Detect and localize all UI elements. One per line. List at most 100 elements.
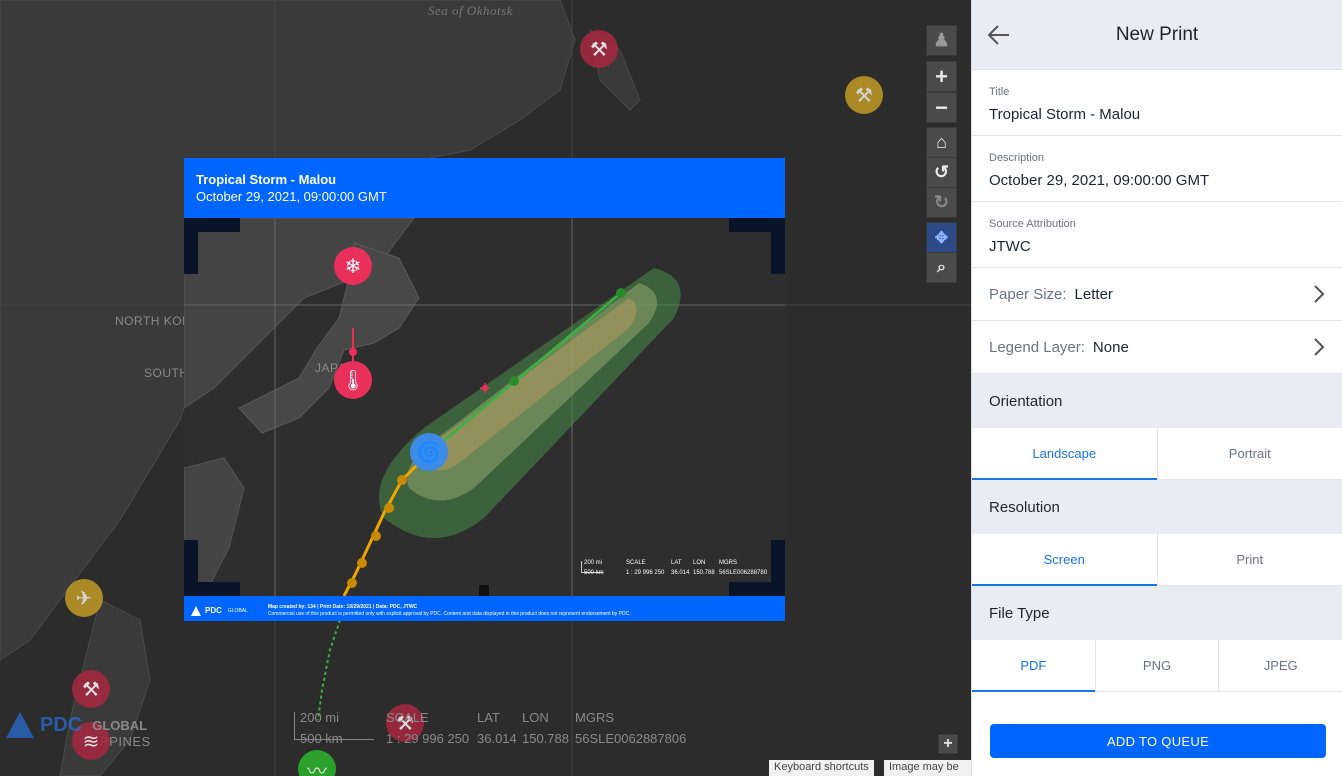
paper-size-value: Letter bbox=[1074, 285, 1113, 303]
frame-mgrs-label: MGRS bbox=[719, 560, 737, 566]
pdc-logo: PDC GLOBAL bbox=[4, 710, 147, 740]
map-view[interactable]: Sea of Okhotsk NORTH KOREA SOUTH KOREA P… bbox=[0, 0, 971, 776]
add-to-queue-button[interactable]: ADD TO QUEUE bbox=[990, 724, 1326, 758]
chevron-right-icon bbox=[1314, 285, 1325, 303]
footer-line2: Commercial use of this product is permit… bbox=[267, 610, 631, 617]
aircraft-hazard-icon[interactable]: ✈ bbox=[65, 579, 103, 617]
frame-scale-label: SCALE bbox=[626, 560, 646, 566]
thermometer-hazard-icon[interactable]: 🌡 bbox=[334, 361, 372, 399]
mgrs-label: MGRS bbox=[575, 710, 614, 725]
frame-lat-label: LAT bbox=[671, 560, 682, 566]
resolution-toggle: Screen Print bbox=[972, 534, 1342, 586]
keyboard-shortcuts-link[interactable]: Keyboard shortcuts bbox=[769, 760, 874, 776]
back-arrow-icon[interactable] bbox=[986, 22, 1012, 48]
home-icon: ⌂ bbox=[936, 132, 947, 152]
hazard-marker-red-icon[interactable]: ⚒ bbox=[72, 670, 110, 708]
legend-layer-label: Legend Layer: bbox=[989, 338, 1085, 356]
print-preview-frame[interactable]: Tropical Storm - Malou October 29, 2021,… bbox=[184, 158, 785, 621]
frame-lon-label: LON bbox=[693, 560, 706, 566]
footer-line1: Map created by: 134 | Print Date: 10/29/… bbox=[267, 603, 418, 610]
home-button[interactable]: ⌂ bbox=[926, 127, 957, 158]
file-type-heading: File Type bbox=[972, 586, 1342, 640]
cyclone-hazard-icon[interactable]: 🌀 bbox=[410, 433, 448, 471]
zoom-in-button[interactable]: + bbox=[926, 61, 957, 92]
footer-pdc-text: PDC bbox=[205, 606, 222, 615]
rotate-right-button[interactable]: ↻ bbox=[926, 187, 957, 218]
source-attribution-label: Source Attribution bbox=[989, 218, 1076, 230]
orientation-portrait-option[interactable]: Portrait bbox=[1158, 428, 1342, 479]
scale-mi: 200 mi bbox=[300, 710, 340, 725]
frame-corner-bl bbox=[184, 540, 240, 596]
orientation-toggle: Landscape Portrait bbox=[972, 428, 1342, 480]
expand-button[interactable]: + bbox=[938, 734, 958, 754]
frame-basemap bbox=[184, 218, 785, 596]
source-attribution-field[interactable]: Source Attribution JTWC bbox=[972, 202, 1342, 268]
resolution-print-option[interactable]: Print bbox=[1158, 534, 1342, 585]
lon-label: LON bbox=[522, 710, 549, 725]
title-field[interactable]: Title Tropical Storm - Malou bbox=[972, 70, 1342, 136]
orientation-heading: Orientation bbox=[972, 374, 1342, 428]
plus-icon: + bbox=[935, 63, 948, 89]
new-print-panel: New Print Title Tropical Storm - Malou D… bbox=[971, 0, 1342, 776]
rotate-left-button[interactable]: ↺ bbox=[926, 157, 957, 188]
description-field[interactable]: Description October 29, 2021, 09:00:00 G… bbox=[972, 136, 1342, 202]
legend-layer-select[interactable]: Legend Layer: None bbox=[972, 321, 1342, 374]
minus-icon: − bbox=[935, 94, 948, 120]
magnify-icon: ⌕ bbox=[937, 258, 946, 276]
print-frame-header: Tropical Storm - Malou October 29, 2021,… bbox=[184, 158, 785, 218]
pdc-logo-text: PDC bbox=[40, 713, 83, 736]
description-field-value[interactable]: October 29, 2021, 09:00:00 GMT bbox=[989, 172, 1325, 189]
frame-scale-value: 1 : 29 996 250 bbox=[626, 570, 665, 576]
file-type-png-option[interactable]: PNG bbox=[1096, 640, 1220, 691]
person-icon: ♟ bbox=[933, 30, 950, 50]
file-type-toggle: PDF PNG JPEG bbox=[972, 640, 1342, 692]
panel-title: New Print bbox=[1115, 23, 1199, 45]
frame-corner-tl bbox=[184, 218, 240, 274]
plus-small-icon: + bbox=[943, 735, 953, 752]
frame-lon-value: 150.788 bbox=[693, 570, 715, 576]
file-type-jpeg-option[interactable]: JPEG bbox=[1219, 640, 1342, 691]
frame-lat-value: 36.014 bbox=[671, 570, 690, 576]
print-frame-map: JAPAN ❄ 🌡 🌀 200 mi 500 km SCALE 1 : 29 9… bbox=[184, 218, 785, 596]
move-icon: ✥ bbox=[934, 229, 949, 247]
frame-corner-br bbox=[729, 540, 785, 596]
source-attribution-value[interactable]: JTWC bbox=[989, 238, 1325, 255]
rotate-right-icon: ↻ bbox=[933, 192, 950, 212]
zoom-out-button[interactable]: − bbox=[926, 92, 957, 123]
footer-disclaimer: Map created by: 134 | Print Date: 10/29/… bbox=[268, 604, 631, 618]
panel-header: New Print bbox=[972, 0, 1342, 70]
mgrs-value: 56SLE0062887806 bbox=[575, 731, 687, 746]
snowflake-hazard-icon[interactable]: ❄ bbox=[334, 247, 372, 285]
lon-value: 150.788 bbox=[522, 731, 569, 746]
zoom-box-button[interactable]: ⌕ bbox=[926, 252, 957, 283]
frame-scale-mi: 200 mi bbox=[584, 560, 603, 566]
description-field-label: Description bbox=[989, 152, 1045, 164]
pdc-logo-icon bbox=[6, 712, 34, 738]
image-attribution: Image may be s bbox=[884, 760, 971, 776]
resolution-screen-option[interactable]: Screen bbox=[972, 534, 1158, 586]
scale-value: 1 : 29 996 250 bbox=[386, 731, 470, 746]
legend-layer-value: None bbox=[1092, 338, 1129, 356]
lat-value: 36.014 bbox=[477, 731, 517, 746]
file-type-pdf-option[interactable]: PDF bbox=[972, 640, 1096, 692]
title-field-value[interactable]: Tropical Storm - Malou bbox=[989, 106, 1325, 123]
lat-label: LAT bbox=[477, 710, 500, 725]
print-frame-title: Tropical Storm - Malou bbox=[196, 172, 337, 187]
chevron-right-icon bbox=[1314, 338, 1325, 356]
orientation-landscape-option[interactable]: Landscape bbox=[972, 428, 1158, 480]
sea-label: Sea of Okhotsk bbox=[428, 3, 513, 18]
print-frame-footer: PDC GLOBAL Map created by: 134 | Print D… bbox=[184, 596, 785, 621]
earthquake-hazard-icon[interactable]: ⚒ bbox=[580, 30, 618, 68]
pan-button[interactable]: ✥ bbox=[926, 222, 957, 253]
print-frame-date: October 29, 2021, 09:00:00 GMT bbox=[196, 189, 387, 204]
paper-size-select[interactable]: Paper Size: Letter bbox=[972, 268, 1342, 321]
footer-global-text: GLOBAL bbox=[227, 607, 248, 614]
frame-scale-km: 500 km bbox=[584, 570, 604, 576]
scale-label: SCALE bbox=[386, 710, 429, 725]
global-logo-text: GLOBAL bbox=[92, 717, 148, 733]
title-field-label: Title bbox=[989, 86, 1010, 98]
street-view-button[interactable]: ♟ bbox=[926, 25, 957, 56]
paper-size-label: Paper Size: bbox=[989, 285, 1067, 303]
tsunami-hazard-icon[interactable]: ⚒ bbox=[845, 76, 883, 114]
rotate-left-icon: ↺ bbox=[933, 162, 950, 182]
